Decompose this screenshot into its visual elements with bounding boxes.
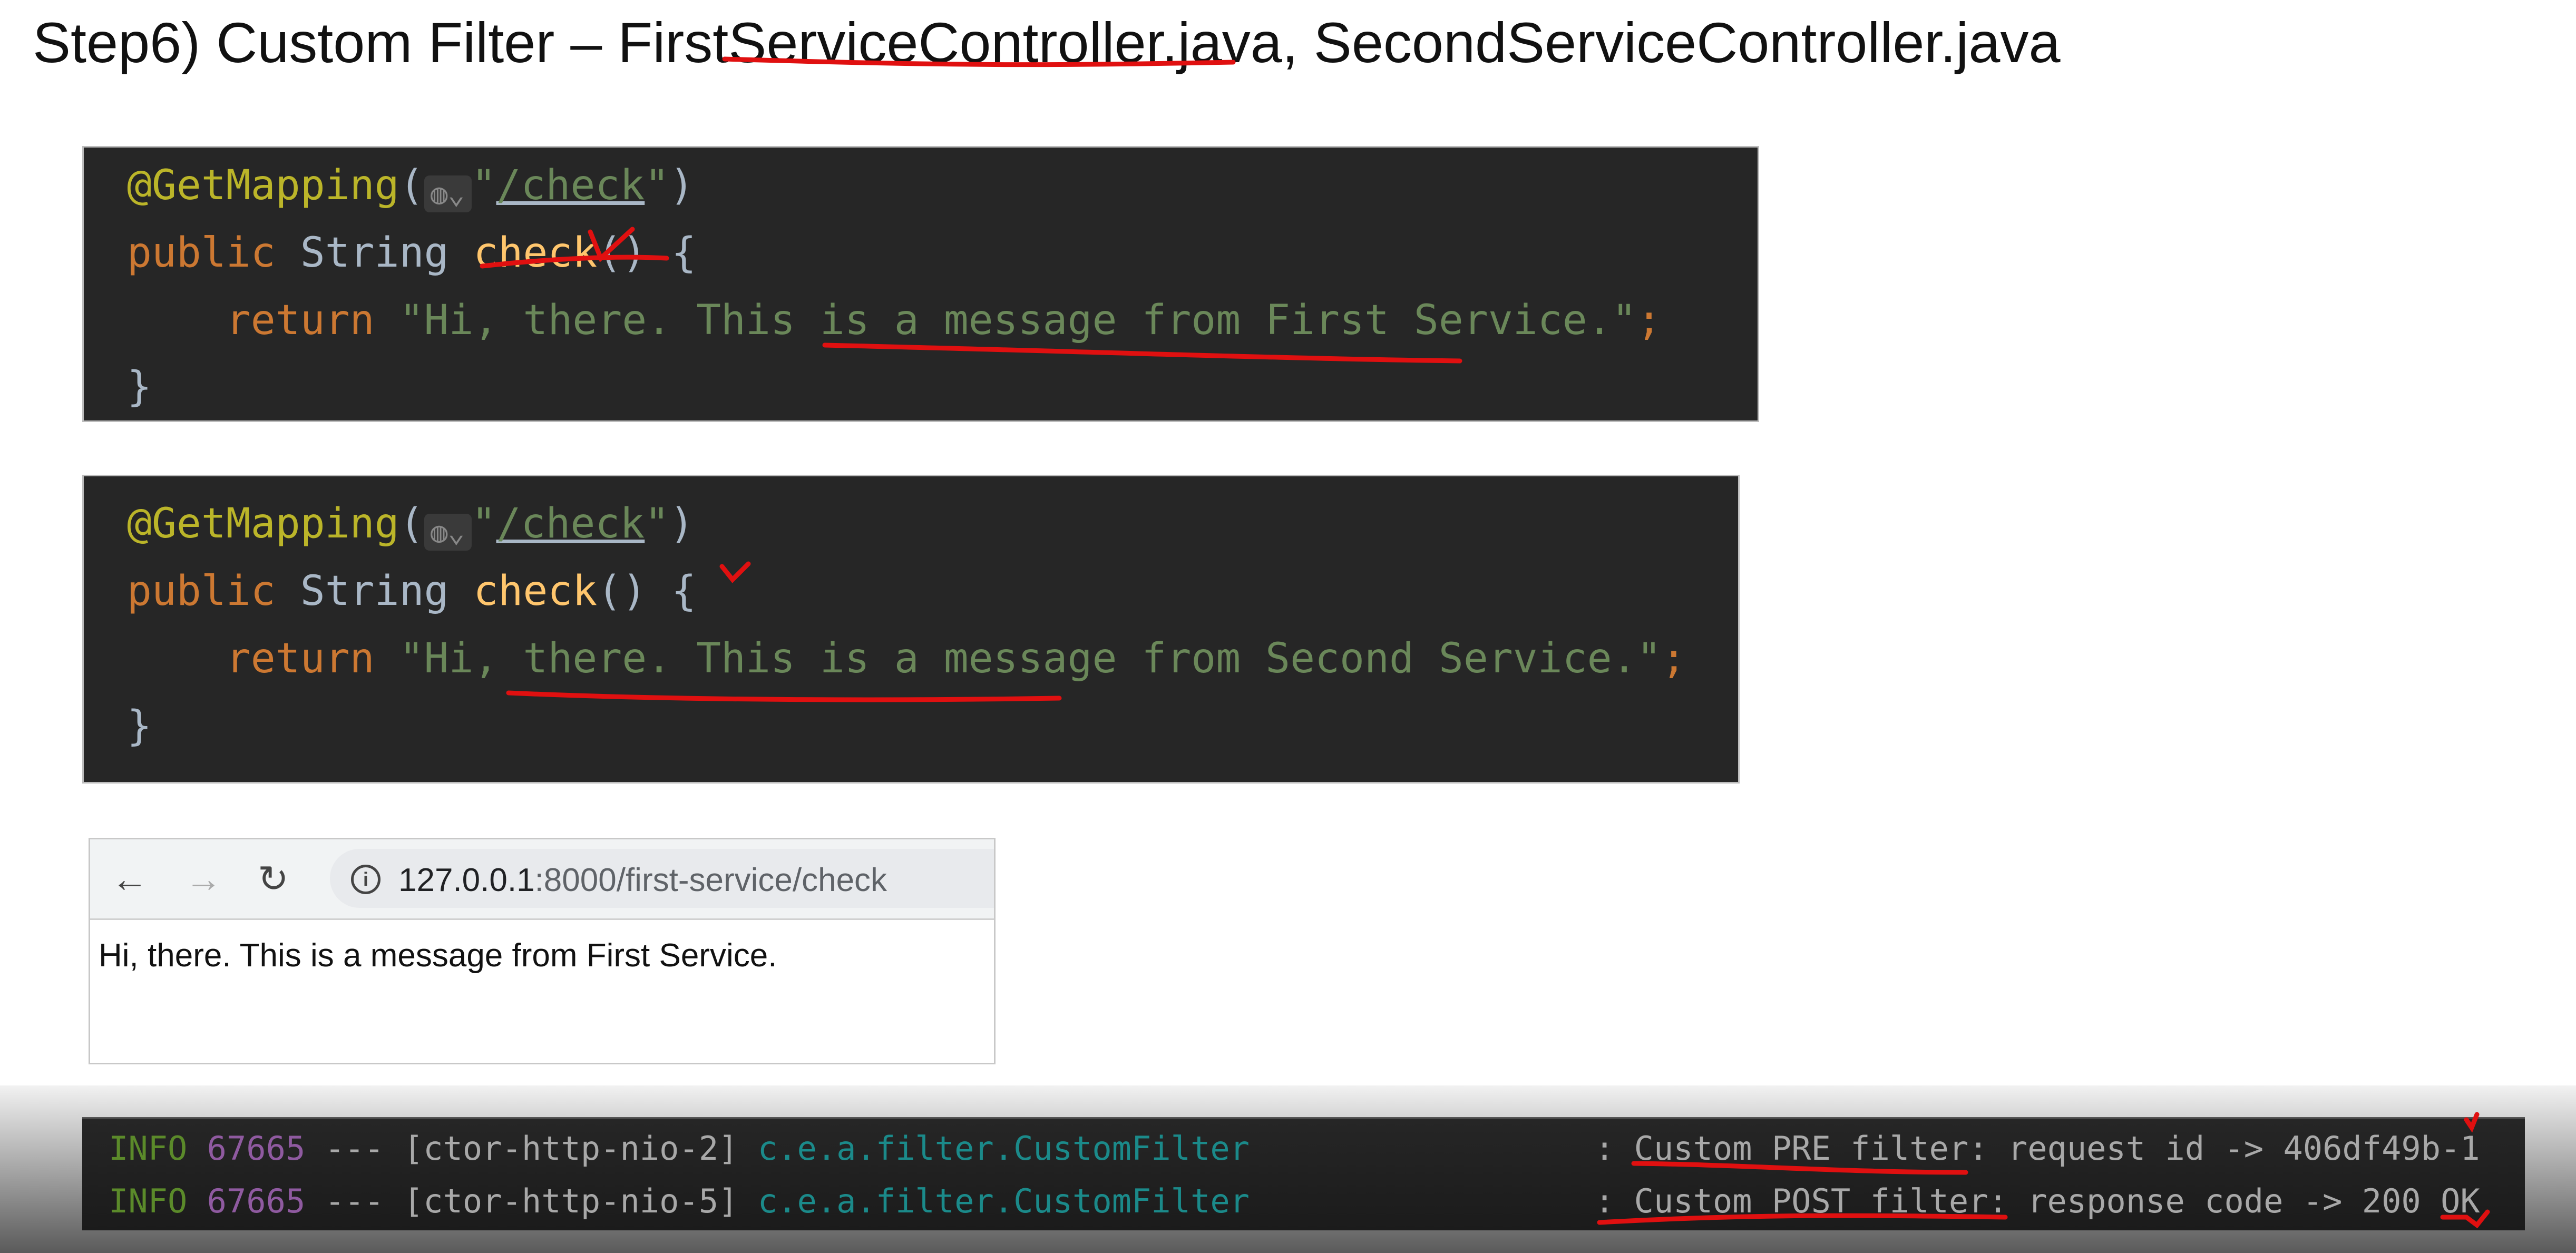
reload-icon[interactable]: ↻ xyxy=(258,858,289,899)
paren: ( xyxy=(399,500,424,547)
method-name: check xyxy=(473,567,598,615)
url-path: :8000/first-service/check xyxy=(534,862,887,898)
paren: ) xyxy=(669,162,695,209)
url-host: 127.0.0.1 xyxy=(398,862,535,898)
browser-window: ← → ↻ i 127.0.0.1:8000/first-service/che… xyxy=(89,838,996,1064)
address-bar[interactable]: i 127.0.0.1:8000/first-service/check xyxy=(330,849,994,908)
string-literal: "Hi, there. This is a message from Secon… xyxy=(399,635,1662,682)
type: String xyxy=(300,229,449,277)
signature-tail: () { xyxy=(597,567,697,615)
method-name: check xyxy=(473,229,598,277)
path-link[interactable]: /check xyxy=(496,162,645,209)
log-thread: [ctor-http-nio-2] xyxy=(403,1129,738,1168)
keyword: public xyxy=(127,567,276,615)
keyword: return xyxy=(226,635,375,682)
log-separator: --- xyxy=(325,1129,384,1168)
globe-icon[interactable]: ◍⌄ xyxy=(424,514,472,551)
paren: ) xyxy=(669,500,695,547)
log-pid: 67665 xyxy=(207,1129,306,1168)
slide-title: Step6) Custom Filter – FirstServiceContr… xyxy=(33,11,2061,74)
keyword: public xyxy=(127,229,276,277)
log-pid: 67665 xyxy=(207,1182,306,1220)
string-literal: "Hi, there. This is a message from First… xyxy=(399,297,1637,344)
log-message: : Custom PRE filter: request id -> 406df… xyxy=(1595,1129,2480,1168)
log-logger: c.e.a.filter.CustomFilter xyxy=(757,1182,1250,1220)
annotation: @GetMapping xyxy=(127,500,399,547)
first-service-code-block: @GetMapping(◍⌄ "/check") public String ch… xyxy=(82,146,1759,422)
globe-icon[interactable]: ◍⌄ xyxy=(424,175,472,212)
forward-arrow-icon[interactable]: → xyxy=(185,858,222,899)
info-icon[interactable]: i xyxy=(351,865,380,894)
paren: ( xyxy=(399,162,424,209)
path-link[interactable]: /check xyxy=(496,500,645,547)
semicolon: ; xyxy=(1661,635,1686,682)
closing-brace: } xyxy=(127,363,152,410)
second-service-code-block: @GetMapping(◍⌄ "/check") public String ch… xyxy=(82,475,1740,784)
console-log: INFO 67665 --- [ctor-http-nio-2] c.e.a.f… xyxy=(82,1117,2525,1230)
annotation: @GetMapping xyxy=(127,162,399,209)
log-message: : Custom POST filter: response code -> 2… xyxy=(1595,1182,2480,1220)
log-thread: [ctor-http-nio-5] xyxy=(403,1182,738,1220)
semicolon: ; xyxy=(1636,297,1662,344)
back-arrow-icon[interactable]: ← xyxy=(111,858,148,899)
browser-toolbar: ← → ↻ i 127.0.0.1:8000/first-service/che… xyxy=(90,839,994,920)
log-level: INFO xyxy=(109,1129,188,1168)
closing-brace: } xyxy=(127,702,152,750)
signature-tail: () { xyxy=(597,229,697,277)
page-content: Hi, there. This is a message from First … xyxy=(99,937,777,974)
keyword: return xyxy=(226,297,375,344)
log-level: INFO xyxy=(109,1182,188,1220)
type: String xyxy=(300,567,449,615)
log-separator: --- xyxy=(325,1182,384,1220)
log-logger: c.e.a.filter.CustomFilter xyxy=(757,1129,1250,1168)
